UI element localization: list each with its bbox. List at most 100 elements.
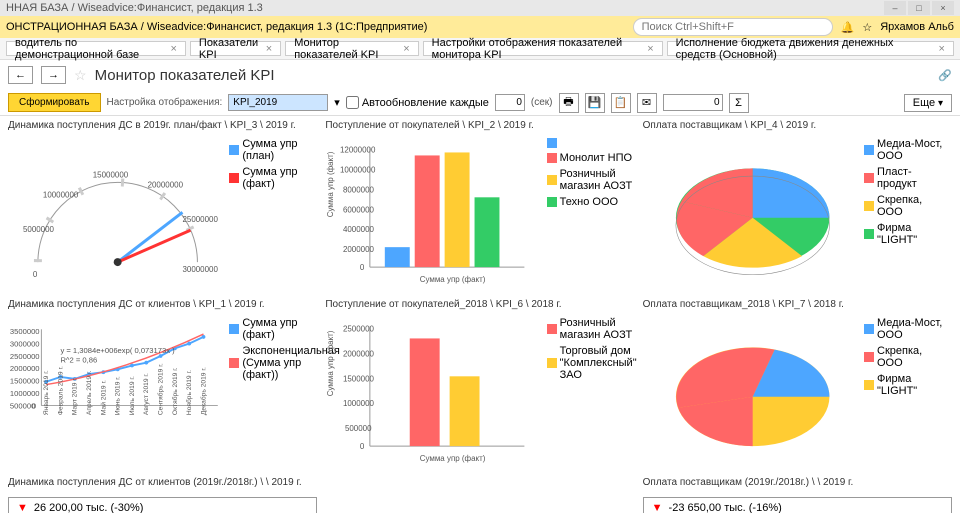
panel-indicator-1: Динамика поступления ДС от клиентов (201…: [8, 477, 317, 513]
back-button[interactable]: ←: [8, 66, 33, 84]
link-icon[interactable]: 🔗: [938, 69, 952, 82]
tab-budget[interactable]: Исполнение бюджета движения денежных сре…: [667, 41, 954, 56]
maximize-button[interactable]: □: [908, 1, 930, 15]
auto-refresh-checkbox[interactable]: Автообновление каждые: [346, 96, 489, 109]
app-subtitle: ОНСТРАЦИОННАЯ БАЗА / Wiseadvice:Финансис…: [6, 21, 427, 33]
app-header: ОНСТРАЦИОННАЯ БАЗА / Wiseadvice:Финансис…: [0, 16, 960, 38]
svg-text:0: 0: [32, 401, 36, 410]
tab-kpi-indicators[interactable]: Показатели KPI×: [190, 41, 281, 56]
svg-text:2500000: 2500000: [10, 351, 40, 360]
tab-display-settings[interactable]: Настройки отображения показателей монито…: [423, 41, 663, 56]
svg-text:1500000: 1500000: [10, 376, 40, 385]
display-label: Настройка отображения:: [107, 97, 223, 108]
user-label[interactable]: Ярхамов Альб: [880, 21, 954, 33]
svg-text:Июнь 2019 г.: Июнь 2019 г.: [115, 376, 122, 415]
sum-input[interactable]: [663, 94, 723, 111]
down-arrow-icon: ▼: [652, 502, 663, 513]
panel-bar-2018: Поступление от покупателей_2018 \ KPI_6 …: [325, 299, 634, 470]
svg-text:Сентябрь 2019 г.: Сентябрь 2019 г.: [156, 363, 164, 415]
svg-text:1000000: 1000000: [10, 389, 40, 398]
panel-gauge: Динамика поступления ДС в 2019г. план/фа…: [8, 120, 317, 291]
form-button[interactable]: Сформировать: [8, 93, 101, 112]
panel-title: Оплата поставщикам \ KPI_4 \ 2019 г.: [643, 120, 952, 131]
svg-text:20000000: 20000000: [148, 180, 184, 189]
legend: Монолит НПО Розничный магазин АОЗТ Техно…: [545, 134, 635, 291]
svg-text:Сумма упр (факт): Сумма упр (факт): [326, 151, 335, 217]
dropdown-icon[interactable]: ▾: [334, 96, 340, 109]
panel-line: Динамика поступления ДС от клиентов \ KP…: [8, 299, 317, 470]
close-button[interactable]: ×: [932, 1, 954, 15]
page-header: ← → ☆ Монитор показателей KPI 🔗: [0, 60, 960, 90]
panel-title: Динамика поступления ДС от клиентов (201…: [8, 477, 317, 488]
panel-title: Динамика поступления ДС в 2019г. план/фа…: [8, 120, 317, 131]
svg-text:25000000: 25000000: [182, 215, 218, 224]
print-button[interactable]: 🖶: [559, 93, 579, 113]
window-controls: – □ ×: [884, 1, 954, 15]
close-icon[interactable]: ×: [939, 43, 945, 55]
legend: Медиа-Мост, ООО Скрепка, ООО Фирма "LIGH…: [862, 313, 952, 470]
svg-text:0: 0: [360, 442, 365, 451]
bar-chart: Сумма упр (факт) 12000000 10000000 80000…: [325, 134, 544, 291]
svg-text:Октябрь 2019 г.: Октябрь 2019 г.: [171, 367, 179, 415]
close-icon[interactable]: ×: [647, 43, 653, 55]
svg-text:Май 2019 г.: Май 2019 г.: [99, 379, 107, 414]
favorite-icon[interactable]: ☆: [74, 67, 87, 84]
svg-text:15000000: 15000000: [93, 170, 129, 179]
indicator: ▼ -23 650,00 тыс. (-16%): [643, 497, 952, 513]
svg-text:10000000: 10000000: [43, 190, 79, 199]
star-icon[interactable]: ☆: [862, 21, 872, 34]
panel-title: Оплата поставщикам_2018 \ KPI_7 \ 2018 г…: [643, 299, 952, 310]
svg-text:3500000: 3500000: [10, 327, 40, 336]
svg-text:Сумма упр (факт): Сумма упр (факт): [420, 275, 486, 284]
indicator: ▼ 26 200,00 тыс. (-30%): [8, 497, 317, 513]
interval-input[interactable]: [495, 94, 525, 111]
svg-text:Август 2019 г.: Август 2019 г.: [143, 372, 150, 414]
legend: Розничный магазин АОЗТ Торговый дом "Ком…: [545, 313, 635, 470]
tab-bar: водитель по демонстрационной базе× Показ…: [0, 38, 960, 60]
pie-chart: [643, 313, 862, 470]
search-input[interactable]: [633, 18, 833, 36]
svg-text:0: 0: [33, 270, 38, 279]
sec-label: (сек): [531, 97, 553, 108]
svg-text:Февраль 2019 г.: Февраль 2019 г.: [57, 365, 64, 414]
svg-text:8000000: 8000000: [343, 185, 375, 194]
save-button[interactable]: 💾: [585, 93, 605, 113]
svg-text:2000000: 2000000: [343, 245, 375, 254]
svg-text:Январь 2019 г.: Январь 2019 г.: [43, 370, 50, 415]
legend: Медиа-Мост, ООО Пласт-продукт Скрепка, О…: [862, 134, 952, 291]
panel-title: Динамика поступления ДС от клиентов \ KP…: [8, 299, 317, 310]
sigma-button[interactable]: Σ: [729, 93, 749, 113]
mail-button[interactable]: ✉: [637, 93, 657, 113]
svg-text:Сумма упр (факт): Сумма упр (факт): [420, 454, 486, 463]
svg-text:1000000: 1000000: [343, 399, 375, 408]
tab-demo[interactable]: водитель по демонстрационной базе×: [6, 41, 186, 56]
svg-text:30000000: 30000000: [182, 265, 218, 274]
title-bar: ННАЯ БАЗА / Wiseadvice:Финансист, редакц…: [0, 0, 960, 16]
bell-icon[interactable]: 🔔: [841, 21, 855, 34]
close-icon[interactable]: ×: [170, 43, 176, 55]
svg-text:R^2 = 0,86: R^2 = 0,86: [60, 355, 97, 364]
svg-text:Ноябрь 2019 г.: Ноябрь 2019 г.: [185, 369, 193, 414]
svg-text:1500000: 1500000: [343, 374, 375, 383]
minimize-button[interactable]: –: [884, 1, 906, 15]
tab-kpi-monitor[interactable]: Монитор показателей KPI×: [285, 41, 418, 56]
svg-text:0: 0: [360, 263, 365, 272]
svg-text:Июль 2019 г.: Июль 2019 г.: [129, 376, 136, 415]
svg-text:y = 1,3084e+006exp( 0,073173x: y = 1,3084e+006exp( 0,073173x ): [60, 346, 175, 355]
svg-text:5000000: 5000000: [23, 225, 55, 234]
svg-text:3000000: 3000000: [10, 339, 40, 348]
display-select[interactable]: [228, 94, 328, 111]
forward-button[interactable]: →: [41, 66, 66, 84]
copy-button[interactable]: 📋: [611, 93, 631, 113]
svg-text:Март 2019 г.: Март 2019 г.: [72, 377, 79, 415]
close-icon[interactable]: ×: [266, 43, 272, 55]
panel-pie-2018: Оплата поставщикам_2018 \ KPI_7 \ 2018 г…: [643, 299, 952, 470]
svg-text:6000000: 6000000: [343, 205, 375, 214]
panel-indicator-2: Оплата поставщикам (2019г./2018г.) \ \ 2…: [643, 477, 952, 513]
svg-text:10000000: 10000000: [340, 165, 376, 174]
panel-bar-2019: Поступление от покупателей \ KPI_2 \ 201…: [325, 120, 634, 291]
legend: Сумма упр (план) Сумма упр (факт): [227, 134, 317, 291]
close-icon[interactable]: ×: [403, 43, 409, 55]
svg-text:Декабрь 2019 г.: Декабрь 2019 г.: [199, 367, 207, 415]
more-button[interactable]: Еще ▾: [904, 94, 952, 112]
